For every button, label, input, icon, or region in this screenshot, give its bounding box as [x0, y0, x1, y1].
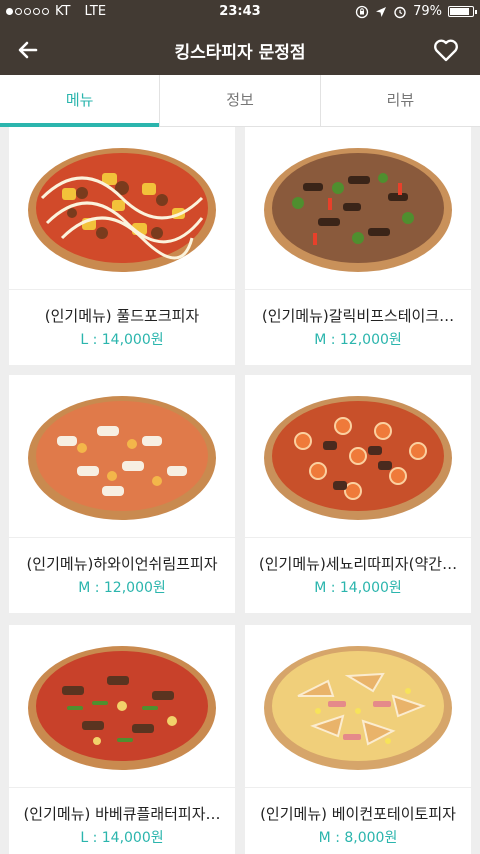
status-icons: 79%: [355, 4, 477, 19]
divider: [9, 537, 235, 538]
location-arrow-icon: [376, 6, 387, 17]
menu-item-price: L : 14,000원: [80, 830, 164, 846]
menu-item-name: (인기메뉴)하와이언쉬림프피자: [26, 555, 218, 573]
menu-item-name: (인기메뉴) 바베큐플래터피자…: [23, 805, 221, 823]
tab-menu[interactable]: 메뉴: [0, 75, 161, 127]
store-title: 킹스타피자 문정점: [174, 43, 306, 63]
pizza-image: [9, 127, 235, 289]
menu-grid: (인기메뉴) 풀드포크피자 L : 14,000원 (인기메뉴)갈릭비프스테이크…: [0, 127, 480, 854]
divider: [9, 787, 235, 788]
menu-item-name: (인기메뉴)갈릭비프스테이크…: [261, 307, 455, 325]
battery-percent: 79%: [413, 4, 442, 19]
tab-info[interactable]: 정보: [160, 75, 321, 126]
menu-item-price: M : 8,000원: [318, 830, 398, 846]
menu-item-card[interactable]: (인기메뉴) 풀드포크피자 L : 14,000원: [9, 127, 235, 365]
menu-item-price: L : 14,000원: [80, 332, 164, 348]
menu-item-card[interactable]: (인기메뉴)하와이언쉬림프피자 M : 12,000원: [9, 375, 235, 613]
divider: [245, 289, 471, 290]
pizza-image: [9, 375, 235, 537]
menu-item-card[interactable]: (인기메뉴) 베이컨포테이토피자 M : 8,000원: [245, 625, 471, 854]
menu-item-name: (인기메뉴) 풀드포크피자: [44, 307, 200, 325]
tab-reviews[interactable]: 리뷰: [321, 75, 480, 126]
menu-item-card[interactable]: (인기메뉴)갈릭비프스테이크… M : 12,000원: [245, 127, 471, 365]
tab-bar: 메뉴 정보 리뷰: [0, 75, 480, 127]
divider: [9, 289, 235, 290]
menu-item-price: M : 12,000원: [314, 332, 402, 348]
divider: [245, 537, 471, 538]
pizza-image: [245, 127, 471, 289]
status-bar: KT LTE 23:43 79%: [0, 0, 480, 24]
heart-icon[interactable]: [432, 36, 460, 64]
divider: [245, 787, 471, 788]
menu-item-price: M : 14,000원: [314, 580, 402, 596]
nav-bar: 킹스타피자 문정점: [0, 24, 480, 75]
menu-item-name: (인기메뉴)세뇨리따피자(약간…: [258, 555, 458, 573]
menu-item-card[interactable]: (인기메뉴)세뇨리따피자(약간… M : 14,000원: [245, 375, 471, 613]
menu-item-card[interactable]: (인기메뉴) 바베큐플래터피자… L : 14,000원: [9, 625, 235, 854]
pizza-image: [9, 625, 235, 787]
alarm-icon: [394, 6, 406, 18]
battery-icon: [448, 6, 477, 17]
pizza-image: [245, 625, 471, 787]
pizza-image: [245, 375, 471, 537]
menu-item-name: (인기메뉴) 베이컨포테이토피자: [260, 805, 456, 823]
rotation-lock-icon: [355, 5, 369, 18]
menu-item-price: M : 12,000원: [78, 580, 166, 596]
